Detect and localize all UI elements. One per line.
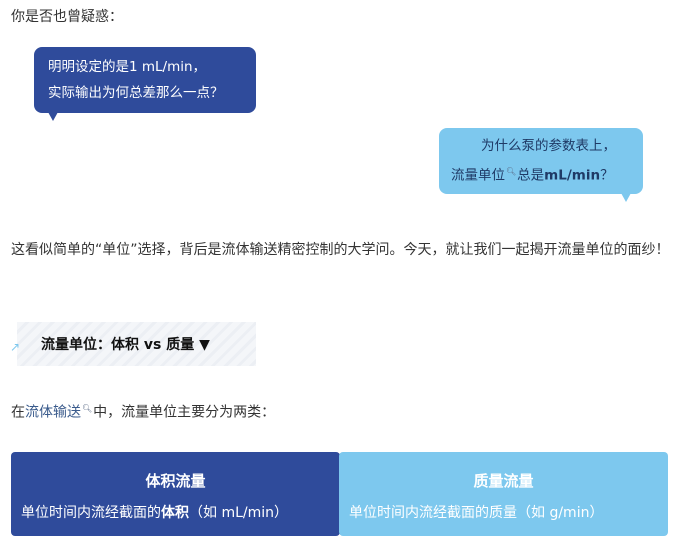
- bubble-right-line2: 流量单位🔍︎总是mL/min？: [451, 159, 643, 189]
- card-desc-pre: 单位时间内流经截面的: [349, 505, 489, 521]
- card-description: 单位时间内流经截面的体积（如 mL/min）: [21, 502, 288, 522]
- card-title: 体积流量: [145, 472, 206, 490]
- card-desc-post: （如 g/min）: [517, 505, 604, 521]
- section-title: 流量单位：体积 vs 质量 ▼: [41, 337, 210, 353]
- bubble-right-text: 总是: [517, 167, 545, 184]
- fluid-transport-link[interactable]: 流体输送: [25, 405, 81, 421]
- speech-bubble-right: 为什么泵的参数表上， 流量单位🔍︎总是mL/min？: [439, 128, 643, 202]
- bubble-left-line2: 实际输出为何总差那么一点？: [48, 85, 224, 101]
- bubble-right-line1: 为什么泵的参数表上，: [481, 138, 616, 154]
- intro-paragraph: 这看似简单的“单位”选择，背后是流体输送精密控制的大学问。今天，就让我们一起揭开…: [11, 242, 670, 258]
- flow-unit-link[interactable]: 流量单位: [451, 168, 505, 184]
- bubble-left-line1: 明明设定的是1 mL/min，: [48, 59, 207, 75]
- speech-bubble-left: 明明设定的是1 mL/min， 实际输出为何总差那么一点？: [34, 47, 256, 121]
- search-icon[interactable]: 🔍︎: [82, 404, 92, 413]
- category-paragraph: 在流体输送🔍︎中，流量单位主要分为两类：: [11, 398, 275, 424]
- para2-pre: 在: [11, 404, 25, 421]
- volume-flow-card: 体积流量 单位时间内流经截面的体积（如 mL/min）: [11, 452, 340, 536]
- card-desc-post: （如 mL/min）: [189, 505, 289, 521]
- intro-text: 你是否也曾疑惑：: [11, 9, 123, 25]
- card-desc-pre: 单位时间内流经截面的: [21, 505, 161, 521]
- card-description: 单位时间内流经截面的质量（如 g/min）: [349, 502, 603, 522]
- search-icon[interactable]: 🔍︎: [506, 167, 516, 176]
- mass-flow-card: 质量流量 单位时间内流经截面的质量（如 g/min）: [339, 452, 668, 536]
- card-title: 质量流量: [473, 472, 534, 490]
- para2-post: 中，流量单位主要分为两类：: [93, 404, 276, 421]
- card-desc-bold: 质量: [489, 505, 517, 521]
- arrow-icon: ↗: [10, 340, 21, 354]
- section-header: ↗ 流量单位：体积 vs 质量 ▼: [10, 322, 256, 366]
- card-desc-bold: 体积: [161, 505, 189, 521]
- bubble-right-qmark: ？: [600, 167, 614, 184]
- bubble-right-unit: mL/min: [544, 167, 601, 184]
